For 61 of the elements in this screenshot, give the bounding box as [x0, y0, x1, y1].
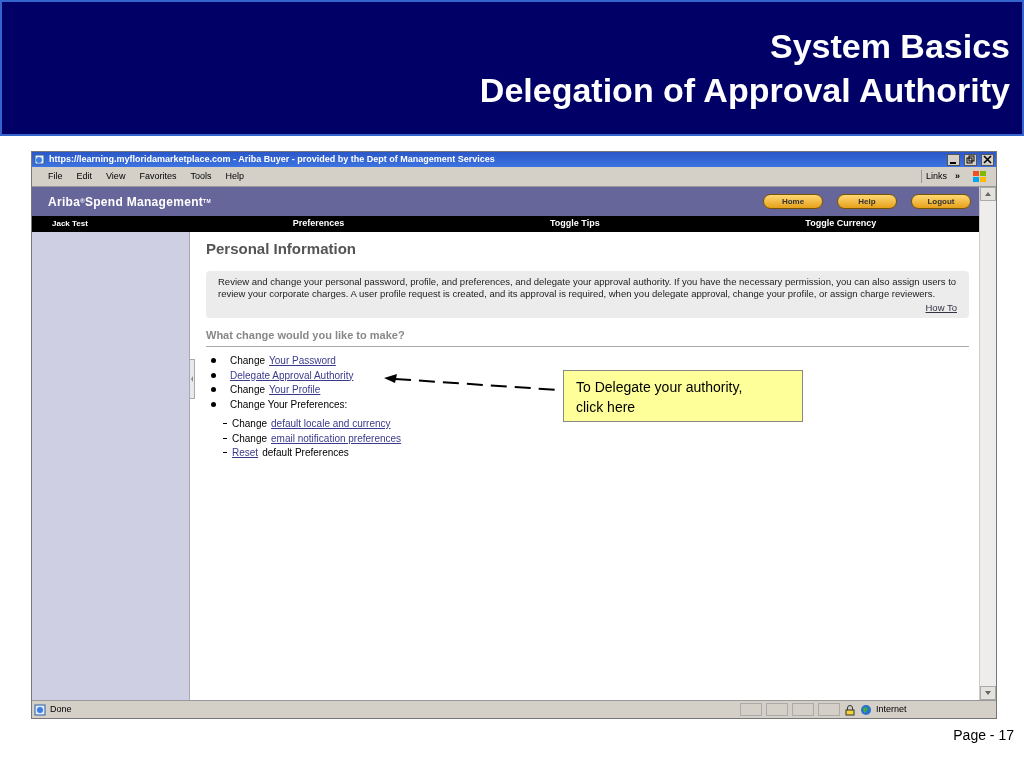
header-button[interactable]: Logout [911, 194, 971, 209]
status-pane [766, 703, 788, 716]
item-text: Change [230, 383, 266, 397]
status-text: Done [50, 702, 73, 716]
scroll-up-icon[interactable] [980, 187, 996, 201]
zone-text: Internet [876, 702, 908, 716]
padlock-icon [844, 703, 856, 716]
dash-mark [223, 452, 227, 453]
nav-link[interactable]: Toggle Currency [805, 217, 877, 231]
chevron-glyph[interactable]: » [955, 169, 960, 184]
bullet-icon [211, 387, 216, 392]
windows-logo-icon [972, 169, 988, 184]
minimize-icon[interactable] [947, 153, 960, 166]
user-name: Jack Test [51, 218, 89, 230]
status-pane [818, 703, 840, 716]
section-question: What change would you like to make? [206, 326, 969, 348]
bullet-icon [211, 358, 216, 363]
close-icon[interactable] [981, 153, 994, 166]
menu-item[interactable]: View [106, 169, 126, 184]
item-link[interactable]: Your Password [269, 353, 336, 368]
slide-title: System Basics [769, 26, 1010, 67]
item-link[interactable]: Your Profile [269, 382, 321, 397]
bullet-icon [211, 401, 216, 407]
page-icon [34, 703, 46, 716]
nav-link[interactable]: Preferences [292, 217, 345, 231]
item-link[interactable]: email notification preferences [271, 430, 402, 446]
nav-link[interactable]: Toggle Tips [550, 217, 600, 231]
dash-mark [223, 423, 227, 424]
item-link[interactable]: Reset [232, 445, 259, 460]
dash-mark [223, 437, 227, 439]
header-button[interactable]: Home [763, 194, 823, 209]
item-text: default Preferences [262, 446, 349, 460]
intro-text: Review and change your personal password, profile, and preferences, and delegate your approval authority. If you have the necessary permission, you can also assign users to review your corporate charges. A user profile request is created, and its approval is required, when you delegate approval, change your profile, or assign charge reviewers. [218, 275, 957, 300]
item-text: Change [232, 431, 268, 446]
menu-item[interactable]: Tools [190, 169, 212, 184]
menu-item[interactable]: File [48, 169, 63, 184]
menu-item[interactable]: Help [225, 169, 244, 184]
how-to-link[interactable]: How To [925, 300, 957, 315]
page-heading: Personal Information [206, 239, 358, 259]
menu-item[interactable]: Edit [76, 169, 93, 184]
slide-title: Delegation of Approval Authority [479, 70, 1010, 111]
status-pane [740, 703, 762, 716]
callout-note: To Delegate your authority, click here [563, 370, 803, 422]
bullet-icon [211, 372, 216, 378]
status-pane [792, 703, 814, 716]
maximize-icon[interactable] [964, 153, 977, 166]
page-icon [34, 154, 45, 165]
item-text: Change [232, 417, 268, 431]
item-link[interactable]: Delegate Approval Authority [230, 367, 354, 383]
brand-logo: Ariba$^{®}$Spend Management$^{TM}$ [48, 193, 211, 211]
scroll-down-icon[interactable] [980, 686, 996, 700]
window-title: https://learning.myfloridamarketplace.com - Ariba Buyer - provided by the Dept of Management Services [49, 152, 496, 166]
item-link[interactable]: default locale and currency [271, 416, 391, 431]
menu-item[interactable]: Favorites [139, 169, 177, 184]
collapse-handle-icon[interactable] [189, 359, 195, 399]
item-text: Change [230, 354, 266, 368]
globe-icon [860, 703, 872, 716]
links-label[interactable]: Links [920, 169, 947, 184]
item-text: Change Your Preferences: [230, 397, 348, 412]
header-button[interactable]: Help [837, 194, 897, 209]
page-number: Page - 17 [953, 726, 1014, 745]
